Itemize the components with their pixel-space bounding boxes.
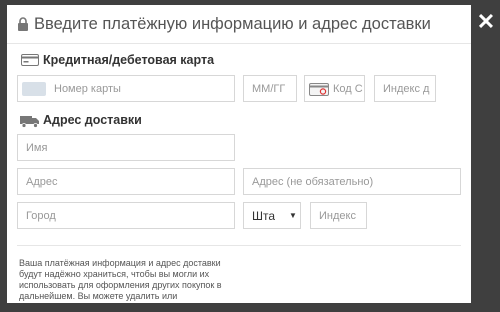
footer-line: будут надёжно храниться, чтобы вы могли … bbox=[19, 269, 210, 279]
cvc-card-icon bbox=[309, 83, 329, 96]
city-placeholder: Город bbox=[26, 210, 56, 222]
name-input[interactable]: Имя bbox=[17, 134, 235, 161]
cvc-input[interactable]: Код С bbox=[304, 75, 365, 102]
card-number-placeholder: Номер карты bbox=[54, 83, 121, 95]
footer-line: дальнейшем. Вы можете удалить или bbox=[19, 291, 178, 301]
modal-title: Введите платёжную информацию и адрес дос… bbox=[34, 15, 431, 33]
footer-line: использовать для оформления других покуп… bbox=[19, 280, 222, 290]
name-placeholder: Имя bbox=[26, 142, 48, 154]
shipping-section-title: Адрес доставки bbox=[43, 113, 142, 127]
credit-card-icon bbox=[21, 54, 39, 66]
lock-icon bbox=[18, 17, 28, 31]
address2-placeholder: Адрес (не обязательно) bbox=[252, 176, 374, 188]
card-brand-icon bbox=[22, 82, 46, 96]
city-input[interactable]: Город bbox=[17, 202, 235, 229]
footer-note: Ваша платёжная информация и адрес достав… bbox=[19, 258, 229, 302]
modal-header: Введите платёжную информацию и адрес дос… bbox=[7, 5, 471, 44]
card-zip-placeholder: Индекс д bbox=[383, 83, 430, 95]
truck-icon bbox=[20, 116, 39, 128]
address-placeholder: Адрес bbox=[26, 176, 58, 188]
postal-input[interactable]: Индекс bbox=[310, 202, 367, 229]
card-zip-input[interactable]: Индекс д bbox=[374, 75, 436, 102]
expiry-placeholder: ММ/ГГ bbox=[252, 83, 286, 95]
card-number-input[interactable]: Номер карты bbox=[17, 75, 235, 102]
cvc-placeholder: Код С bbox=[333, 83, 363, 95]
postal-placeholder: Индекс bbox=[319, 210, 356, 222]
footer-line: Ваша платёжная информация и адрес достав… bbox=[19, 258, 221, 268]
card-section-title: Кредитная/дебетовая карта bbox=[43, 53, 215, 67]
address-input[interactable]: Адрес bbox=[17, 168, 235, 195]
chevron-down-icon: ▼ bbox=[289, 211, 297, 220]
address2-input[interactable]: Адрес (не обязательно) bbox=[243, 168, 461, 195]
state-select[interactable]: Шта ▼ bbox=[243, 202, 301, 229]
close-icon[interactable]: ✕ bbox=[476, 10, 496, 34]
expiry-input[interactable]: ММ/ГГ bbox=[243, 75, 297, 102]
state-value: Шта bbox=[252, 209, 276, 223]
divider bbox=[17, 245, 461, 246]
payment-modal: Введите платёжную информацию и адрес дос… bbox=[7, 5, 471, 303]
